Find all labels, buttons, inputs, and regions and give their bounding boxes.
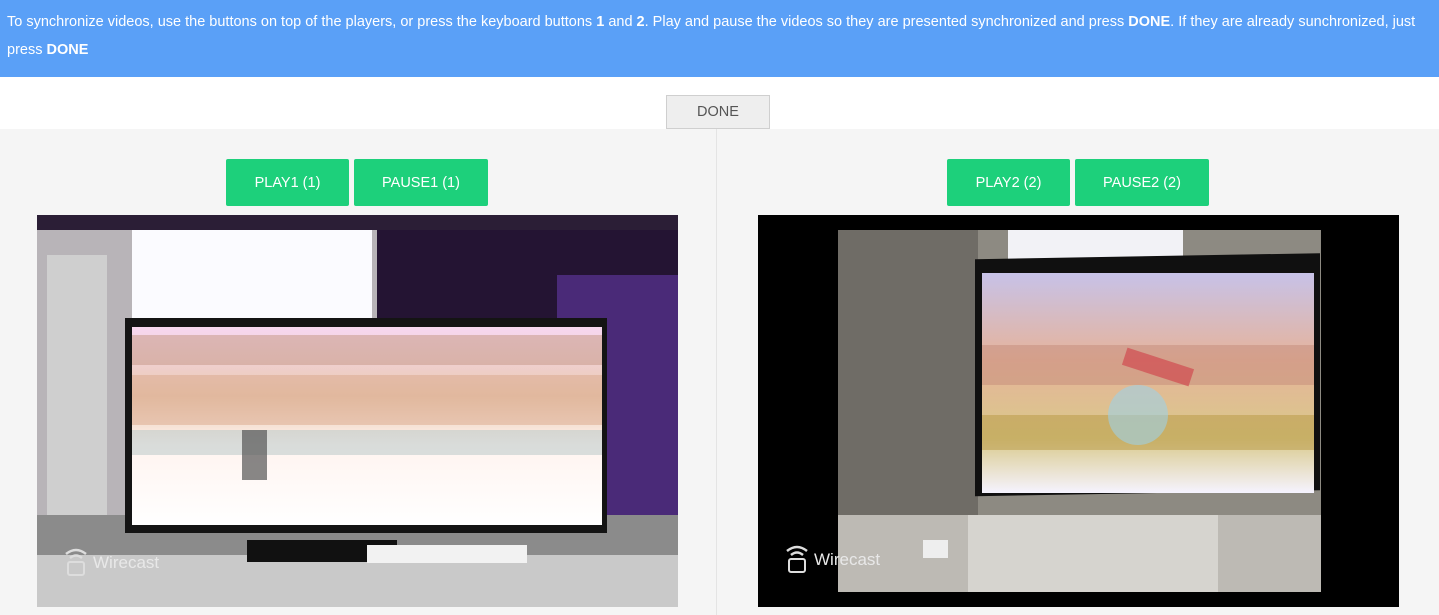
- instructions-banner: To synchronize videos, use the buttons o…: [0, 0, 1439, 77]
- pause1-button[interactable]: PAUSE1 (1): [354, 159, 488, 206]
- wirecast-logo-icon: [786, 545, 808, 573]
- play2-button[interactable]: PLAY2 (2): [947, 159, 1070, 206]
- done-button[interactable]: DONE: [666, 95, 770, 129]
- wirecast-logo-icon: [65, 548, 87, 576]
- wirecast-watermark-2: Wirecast: [784, 545, 880, 575]
- pause2-button[interactable]: PAUSE2 (2): [1075, 159, 1209, 206]
- video-player-2[interactable]: Wirecast: [758, 215, 1399, 607]
- panel-divider: [716, 129, 717, 615]
- play1-button[interactable]: PLAY1 (1): [226, 159, 349, 206]
- wirecast-watermark-1: Wirecast: [63, 548, 159, 578]
- instructions-text: To synchronize videos, use the buttons o…: [7, 14, 1416, 58]
- video-player-1[interactable]: Wirecast: [37, 215, 678, 607]
